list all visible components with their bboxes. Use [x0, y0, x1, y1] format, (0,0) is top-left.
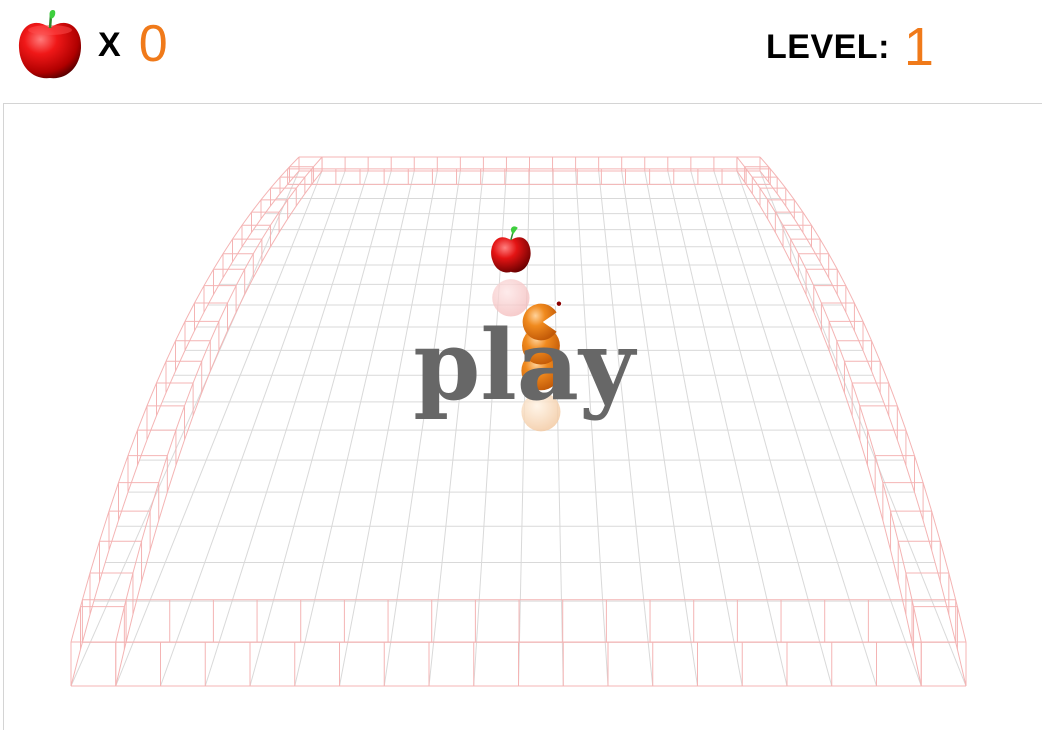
- times-label: X: [98, 25, 121, 64]
- apple-icon: [491, 237, 531, 273]
- apple-count: 0: [138, 15, 168, 73]
- game-area[interactable]: play: [3, 103, 1042, 730]
- level-label: LEVEL:: [766, 27, 890, 66]
- level-indicator: LEVEL: 1: [766, 20, 934, 74]
- apple-icon: [18, 9, 82, 79]
- level-value: 1: [903, 17, 934, 77]
- apple-pickup: [491, 226, 531, 317]
- play-button[interactable]: play: [413, 309, 638, 422]
- apple-counter: X 0: [14, 4, 168, 84]
- hud: X 0 LEVEL: 1: [0, 0, 1042, 100]
- game-board[interactable]: play: [4, 104, 1042, 731]
